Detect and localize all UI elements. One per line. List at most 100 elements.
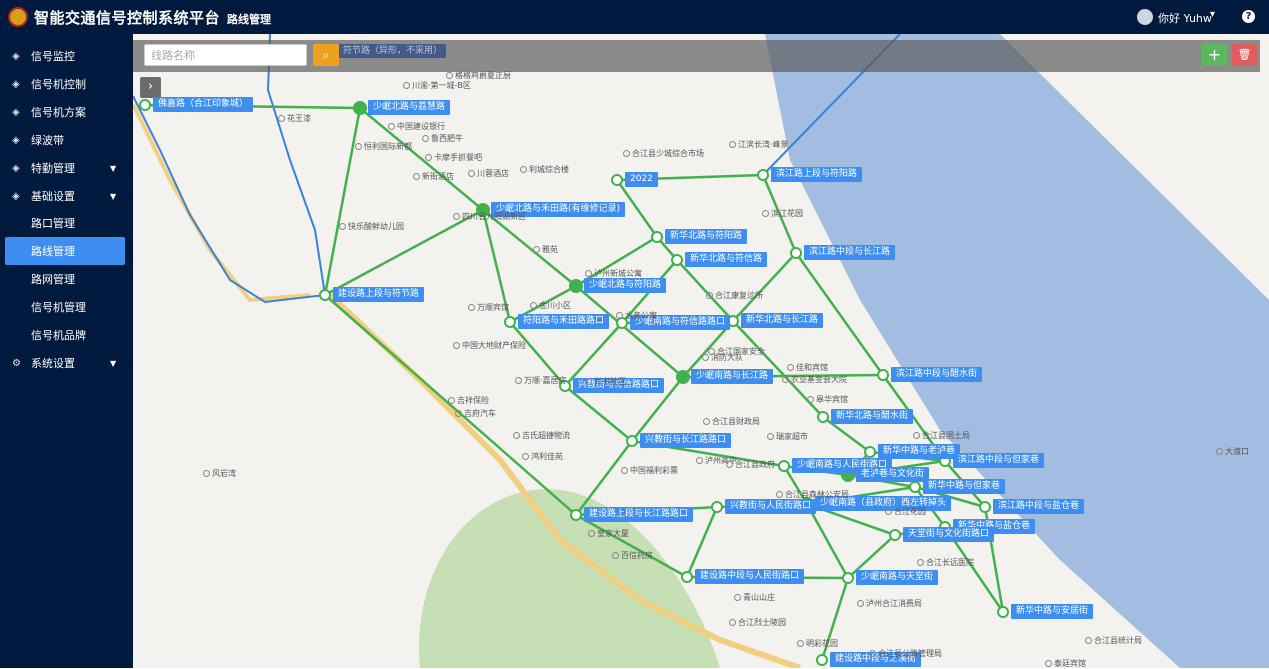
intersection-label[interactable]: 滨江路中段与但家巷 <box>953 453 1045 468</box>
map-poi-label: 吉府汽车 <box>455 408 496 419</box>
intersection-marker <box>319 289 331 301</box>
user-menu-label[interactable]: 你好 Yuhw <box>1158 10 1212 26</box>
add-route-button[interactable]: + <box>1202 44 1227 66</box>
intersection-label[interactable]: 滨江路中段与醋水街 <box>891 367 983 382</box>
sidebar-item-label: 信号机方案 <box>31 106 86 119</box>
sidebar-item[interactable]: 路网管理 <box>0 265 133 293</box>
sidebar-item[interactable]: ◈ 基础设置 ▼ <box>0 182 133 210</box>
map-poi-label: 风岩湾 <box>203 468 236 479</box>
map-poi-label: 花王漆 <box>278 113 311 124</box>
intersection-label[interactable]: 少岷南路与长江路 <box>691 369 774 384</box>
intersection-label[interactable]: 少岷北路与荔慧路 <box>368 100 451 115</box>
map-poi-label: 合江康复诊所 <box>706 290 763 301</box>
map-poi-label: 吉氏超捷物流 <box>513 430 570 441</box>
layers-icon: ◈ <box>12 190 20 202</box>
route-segment <box>575 440 633 516</box>
intersection-label[interactable]: 2022 <box>625 172 658 187</box>
intersection-label[interactable]: 老泸巷与文化街 <box>856 467 930 482</box>
intersection-label[interactable]: 新华中路与但家巷 <box>923 479 1006 494</box>
top-bar: 智能交通信号控制系统平台 路线管理 你好 Yuhw ▾ ? <box>0 0 1269 34</box>
question-icon[interactable]: ? <box>1242 10 1255 23</box>
map-poi-label: 合江县公路管理局 <box>869 648 942 659</box>
chevron-down-icon[interactable]: ▾ <box>1210 9 1215 20</box>
intersection-marker <box>778 460 790 472</box>
intersection-label[interactable]: 新华中路与安居街 <box>1011 604 1094 619</box>
intersection-marker <box>757 169 769 181</box>
map-poi-label: 尚书社区 <box>585 376 626 387</box>
chevron-right-icon[interactable]: › <box>140 77 161 98</box>
app-title: 智能交通信号控制系统平台 <box>34 9 221 27</box>
map-poi-label: 合江县少城综合市场 <box>623 148 704 159</box>
gear-icon: ⚙ <box>12 357 21 369</box>
intersection-label[interactable]: 滨江路上段与符阳路 <box>771 167 863 182</box>
sidebar-item[interactable]: 信号机品牌 <box>0 321 133 349</box>
sidebar-item-label: 绿波带 <box>31 134 64 147</box>
sidebar-item[interactable]: 路线管理 <box>5 237 125 265</box>
map-poi-label: 皇家大厦 <box>588 528 629 539</box>
intersection-label[interactable]: 新华北路与长江路 <box>741 313 824 328</box>
map-poi-label: 泰廷宾馆 <box>1045 658 1086 669</box>
sidebar-item-label: 路线管理 <box>31 245 75 258</box>
sidebar: ◈ 信号监控 ◈ 信号机控制 ◈ 信号机方案 ◈ 绿波带 ◈ 特勤管理 ▼ ◈ 基础设置 ▼ 路口管理 路线管… <box>0 34 133 668</box>
sidebar-item[interactable]: ◈ 信号机控制 <box>0 70 133 98</box>
map-poi-label: 明彩花园 <box>797 638 838 649</box>
map-poi-label: 合江县统计局 <box>1085 635 1142 646</box>
sidebar-item[interactable]: ⚙ 系统设置 ▼ <box>0 349 133 377</box>
map-poi-label: 合江烈士陵园 <box>729 617 786 628</box>
sidebar-item-label: 路口管理 <box>31 217 75 230</box>
map-poi-label: 恒利国际新都 <box>355 141 412 152</box>
intersection-label[interactable]: 佛嘉路（合江印象城） <box>153 97 254 112</box>
sidebar-item[interactable]: ◈ 绿波带 <box>0 126 133 154</box>
intersection-label[interactable]: 兴教街与人民街路口 <box>725 499 817 514</box>
map-poi-label: 川渝·第一城-B区 <box>403 80 471 91</box>
intersection-label[interactable]: 滨江路中段与长江路 <box>804 245 896 260</box>
intersection-label[interactable]: 新华北路与符信路 <box>685 252 768 267</box>
intersection-label[interactable]: 建设路中段与人民街路口 <box>695 569 805 584</box>
intersection-marker <box>816 654 828 666</box>
intersection-label[interactable]: 建设路上段与符节路 <box>333 287 425 302</box>
chevron-down-icon: ▼ <box>110 163 117 173</box>
map-poi-label: 川蓉酒店 <box>468 168 509 179</box>
intersection-marker <box>877 369 889 381</box>
map-poi-label: 四川省九阳湖新区 <box>453 211 526 222</box>
intersection-label[interactable]: 天堂街与文化街路口 <box>903 527 995 542</box>
sidebar-item[interactable]: 路口管理 <box>0 209 133 237</box>
intersection-label[interactable]: 新华中路与老泸巷 <box>878 444 961 459</box>
intersection-marker <box>864 446 876 458</box>
intersection-label[interactable]: 建设路上段与长江路路口 <box>584 507 694 522</box>
intersection-label[interactable]: 少岷北路与符阳路 <box>584 278 667 293</box>
map-poi-label: 合江花园 <box>885 506 926 517</box>
map-poi-label: 佳和宾馆 <box>787 362 828 373</box>
intersection-marker <box>979 501 991 513</box>
map-poi-label: 瑞家超市 <box>767 431 808 442</box>
sidebar-item[interactable]: ◈ 信号机方案 <box>0 98 133 126</box>
sidebar-item-label: 信号机控制 <box>31 78 86 91</box>
intersection-marker <box>790 247 802 259</box>
delete-route-button[interactable]: 🗑 <box>1232 44 1257 66</box>
intersection-label[interactable]: 新华北路与醋水街 <box>831 409 914 424</box>
intersection-marker <box>909 481 921 493</box>
sidebar-item-label: 特勤管理 <box>31 162 75 175</box>
intersection-label[interactable]: 符阳路与禾田路路口 <box>518 314 610 329</box>
map-poi-label: 万顺·嘉居房 <box>515 375 567 386</box>
intersection-marker <box>570 509 582 521</box>
map-poi-label: 滨江花园 <box>762 208 803 219</box>
route-search-input[interactable] <box>144 44 307 66</box>
intersection-label[interactable]: 兴教街与长江路路口 <box>640 433 732 448</box>
trash-icon: 🗑 <box>1237 48 1252 61</box>
user-avatar-icon[interactable] <box>1137 9 1153 25</box>
sidebar-item[interactable]: ◈ 信号监控 <box>0 42 133 70</box>
blue-route <box>266 34 326 296</box>
map-poi-label: 中国大地财产保险 <box>453 340 526 351</box>
sidebar-item[interactable]: 信号机管理 <box>0 293 133 321</box>
sidebar-item[interactable]: ◈ 特勤管理 ▼ <box>0 154 133 182</box>
intersection-label[interactable]: 少岷南路与天堂街 <box>856 570 939 585</box>
map-poi-label: 泸州合江消费局 <box>857 598 922 609</box>
intersection-label[interactable]: 新华北路与符阳路 <box>665 229 748 244</box>
intersection-marker <box>817 411 829 423</box>
map-poi-label: 合江县政府 <box>726 459 775 470</box>
intersection-label[interactable]: 滨江路中段与盐仓巷 <box>993 499 1085 514</box>
layers-icon: ◈ <box>12 134 20 146</box>
search-icon[interactable]: ⌕ <box>313 44 339 66</box>
title-divider <box>212 11 213 23</box>
